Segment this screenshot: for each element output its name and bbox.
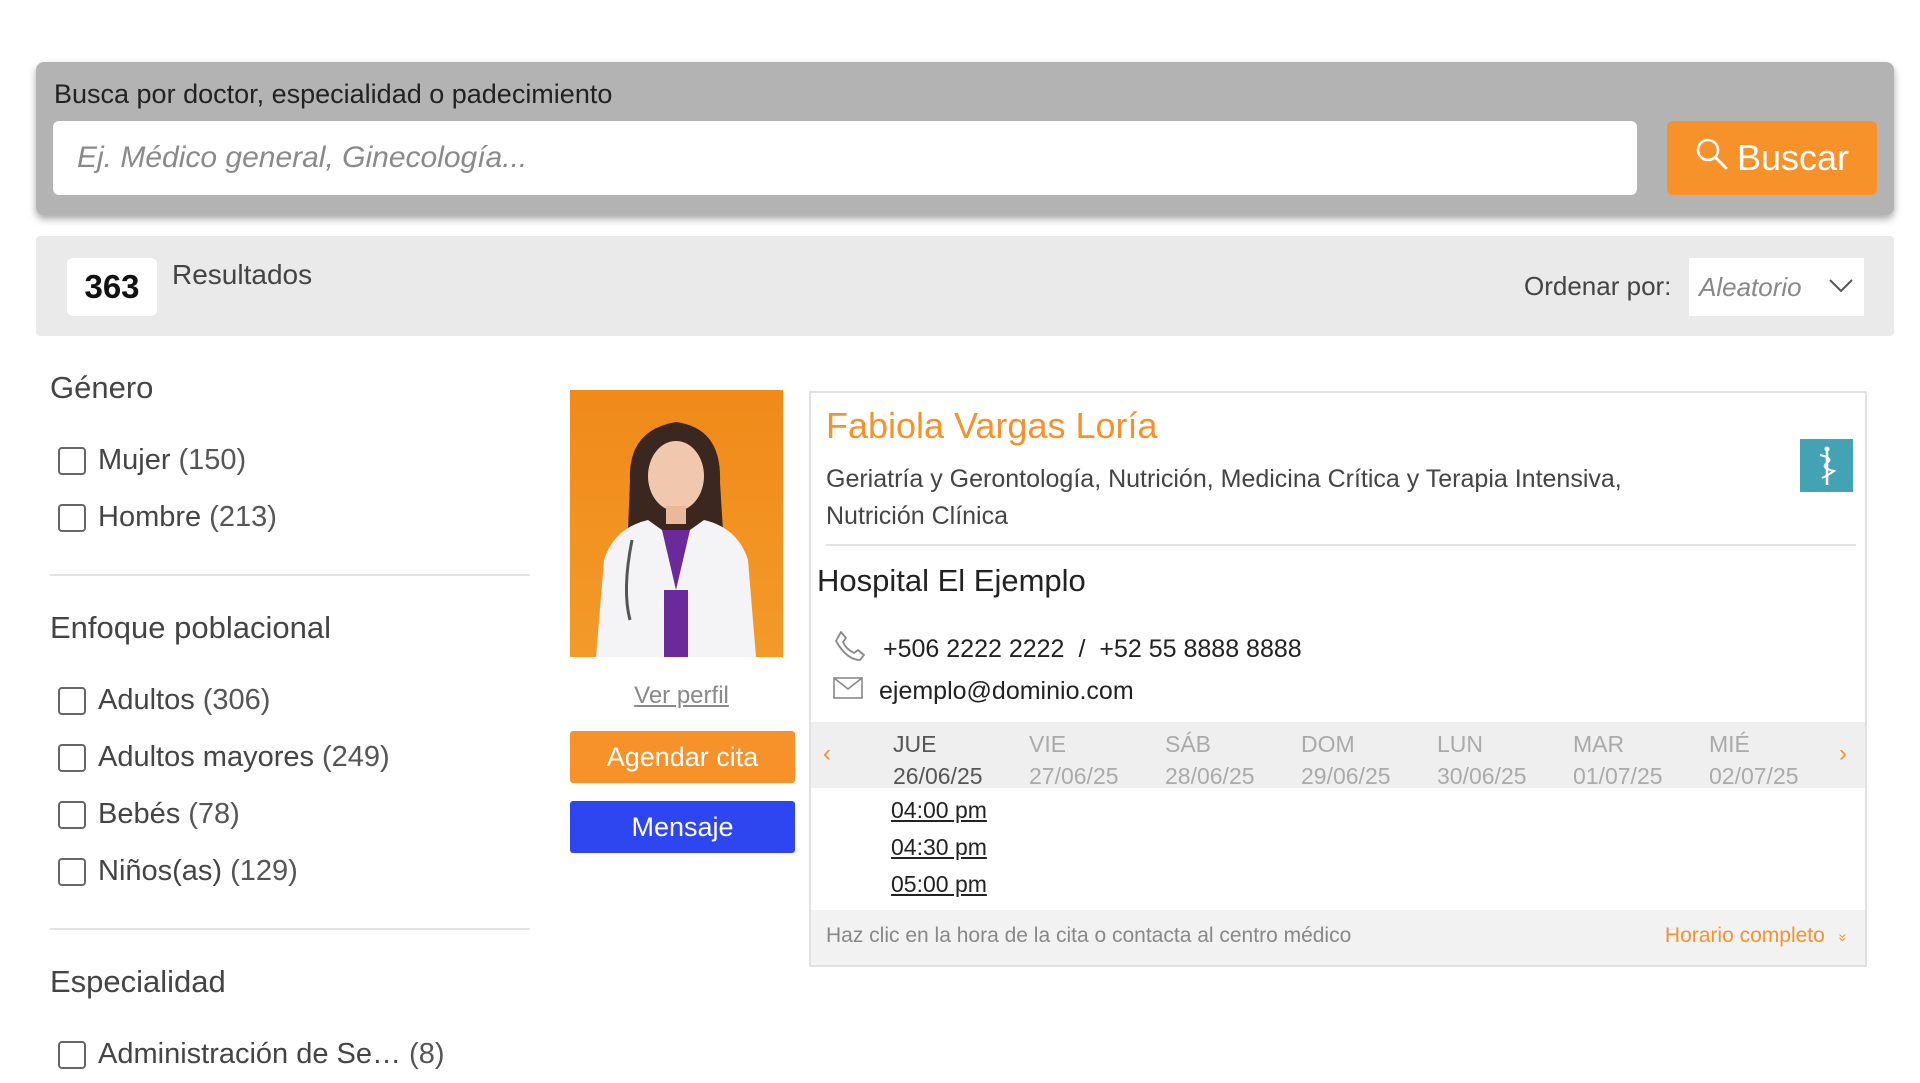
card-divider — [826, 544, 1856, 546]
filters-sidebar: Género Mujer (150) Hombre (213) Enfoque … — [50, 370, 530, 1083]
schedule-day-date: 28/06/25 — [1165, 763, 1255, 789]
schedule-day-name: JUE — [893, 731, 937, 757]
sort-value: Aleatorio — [1699, 271, 1802, 302]
time-slots: 04:00 pm 04:30 pm 05:00 pm — [891, 797, 987, 908]
search-input[interactable] — [53, 121, 1637, 195]
checkbox[interactable] — [58, 503, 86, 532]
view-profile-link[interactable]: Ver perfil — [570, 682, 793, 710]
phone-secondary[interactable]: +52 55 8888 8888 — [1099, 635, 1301, 664]
checkbox[interactable] — [58, 857, 86, 886]
filter-label: Mujer — [98, 444, 171, 476]
schedule-day-name: MAR — [1573, 731, 1625, 757]
full-schedule-link[interactable]: Horario completo » — [1664, 924, 1851, 948]
schedule-day-date: 30/06/25 — [1437, 763, 1527, 789]
schedule-day-name: VIE — [1029, 731, 1067, 757]
schedule-day[interactable]: JUE 26/06/25 — [893, 728, 983, 792]
filter-label: Hombre — [98, 501, 202, 533]
doctor-specialties: Geriatría y Gerontología, Nutrición, Med… — [826, 465, 1622, 530]
time-slot[interactable]: 05:00 pm — [891, 871, 987, 908]
filter-count: (129) — [230, 855, 298, 887]
doctor-photo[interactable] — [570, 390, 783, 657]
time-slot[interactable]: 04:30 pm — [891, 834, 987, 871]
schedule-day-name: LUN — [1437, 731, 1484, 757]
results-count: 363 — [67, 258, 157, 316]
checkbox[interactable] — [58, 686, 86, 715]
search-button-label: Buscar — [1736, 137, 1850, 178]
checkbox[interactable] — [58, 800, 86, 829]
schedule-day-date: 27/06/25 — [1029, 763, 1119, 789]
double-chevron-down-icon: » — [1834, 933, 1852, 942]
schedule-day-name: SÁB — [1165, 731, 1212, 757]
schedule-day[interactable]: VIE 27/06/25 — [1029, 728, 1119, 792]
schedule-day[interactable]: DOM 29/06/25 — [1301, 728, 1391, 792]
search-label: Busca por doctor, especialidad o padecim… — [54, 79, 613, 109]
full-schedule-label: Horario completo — [1664, 924, 1825, 947]
search-button[interactable]: Buscar — [1667, 121, 1877, 195]
message-button[interactable]: Mensaje — [570, 801, 795, 853]
filter-option-mujer[interactable]: Mujer (150) — [50, 432, 530, 489]
filter-count: (8) — [409, 1038, 445, 1070]
filter-label: Bebés — [98, 798, 181, 830]
filter-count: (306) — [202, 684, 271, 716]
filter-title-specialty: Especialidad — [50, 964, 226, 999]
schedule-hint: Haz clic en la hora de la cita o contact… — [826, 924, 1352, 947]
doctor-email[interactable]: ejemplo@dominio.com — [879, 677, 1134, 706]
search-icon — [1695, 137, 1729, 180]
phone-icon — [833, 629, 867, 670]
doctor-name[interactable]: Fabiola Vargas Loría — [826, 405, 1158, 447]
schedule-day[interactable]: MIÉ 02/07/25 — [1709, 728, 1799, 792]
hospital-name: Hospital El Ejemplo — [817, 563, 1086, 598]
filter-option-administracion[interactable]: Administración de Se… (8) — [50, 1026, 530, 1083]
filter-option-ninos[interactable]: Niños(as) (129) — [50, 843, 530, 900]
filter-divider — [50, 928, 530, 930]
schedule-day-date: 29/06/25 — [1301, 763, 1391, 789]
checkbox[interactable] — [58, 446, 86, 475]
checkbox[interactable] — [58, 1040, 86, 1069]
doctor-card: Fabiola Vargas Loría Geriatría y Geronto… — [809, 391, 1867, 967]
filter-option-adultos[interactable]: Adultos (306) — [50, 672, 530, 729]
schedule-day[interactable]: LUN 30/06/25 — [1437, 728, 1527, 792]
book-appointment-button[interactable]: Agendar cita — [570, 731, 795, 783]
chevron-right-icon[interactable]: › — [1839, 740, 1847, 768]
filter-title-gender: Género — [50, 370, 154, 405]
schedule-day-name: MIÉ — [1709, 731, 1750, 757]
search-panel: Busca por doctor, especialidad o padecim… — [36, 62, 1894, 215]
phone-primary[interactable]: +506 2222 2222 — [883, 635, 1064, 664]
schedule-day-name: DOM — [1301, 731, 1355, 757]
results-bar: 363 Resultados Ordenar por: Aleatorio — [36, 236, 1894, 336]
filter-option-hombre[interactable]: Hombre (213) — [50, 489, 530, 546]
schedule-day-date: 26/06/25 — [893, 763, 983, 789]
filter-option-bebes[interactable]: Bebés (78) — [50, 786, 530, 843]
schedule-day-date: 01/07/25 — [1573, 763, 1663, 789]
chevron-down-icon — [1829, 279, 1853, 293]
filter-divider — [50, 574, 530, 576]
phone-separator: / — [1078, 635, 1086, 663]
filter-option-adultos-mayores[interactable]: Adultos mayores (249) — [50, 729, 530, 786]
filter-count: (78) — [188, 798, 240, 830]
email-row: ejemplo@dominio.com — [833, 677, 1134, 706]
card-footer: Haz clic en la hora de la cita o contact… — [811, 910, 1865, 965]
envelope-icon — [833, 677, 863, 706]
schedule-day[interactable]: MAR 01/07/25 — [1573, 728, 1663, 792]
filter-count: (150) — [178, 444, 247, 476]
filter-title-population: Enfoque poblacional — [50, 610, 331, 645]
checkbox[interactable] — [58, 743, 86, 772]
time-slot[interactable]: 04:00 pm — [891, 797, 987, 834]
sort-select[interactable]: Aleatorio — [1689, 258, 1864, 316]
phone-row: +506 2222 2222 / +52 55 8888 8888 — [833, 629, 1302, 670]
schedule-header: ‹ JUE 26/06/25 VIE 27/06/25 SÁB 28/06/25… — [811, 722, 1865, 789]
filter-label: Administración de Se… — [98, 1038, 402, 1070]
results-label: Resultados — [172, 259, 313, 290]
filter-label: Adultos — [98, 684, 195, 716]
sort-label: Ordenar por: — [1524, 271, 1672, 301]
filter-label: Niños(as) — [98, 855, 223, 887]
schedule-day[interactable]: SÁB 28/06/25 — [1165, 728, 1255, 792]
filter-count: (249) — [322, 741, 390, 773]
caduceus-icon — [1800, 439, 1853, 492]
chevron-left-icon[interactable]: ‹ — [823, 740, 831, 768]
filter-label: Adultos mayores — [98, 741, 314, 773]
filter-count: (213) — [209, 501, 277, 533]
schedule-day-date: 02/07/25 — [1709, 763, 1799, 789]
